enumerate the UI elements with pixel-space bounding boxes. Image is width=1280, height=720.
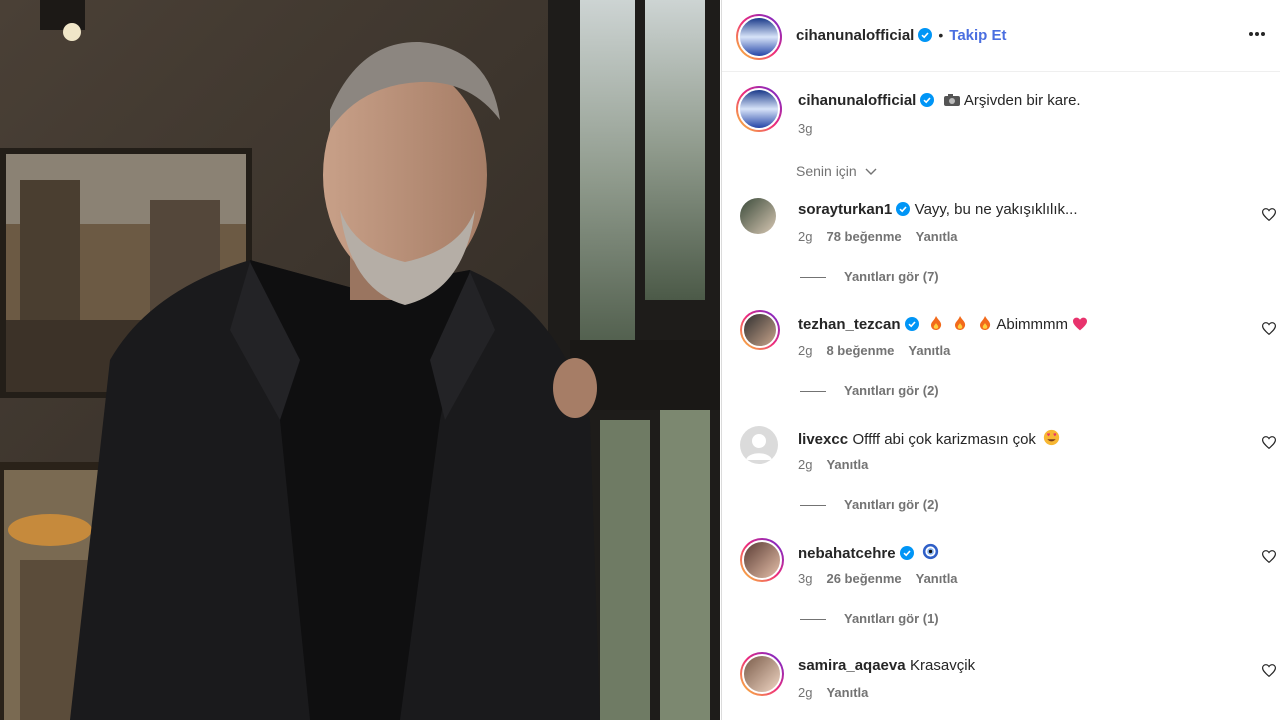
verified-badge-icon: [896, 202, 911, 216]
commenter-avatar[interactable]: [740, 310, 780, 350]
commenter-avatar[interactable]: [740, 652, 784, 696]
post-side-panel: cihanunalofficial • Takip Et cihanunaloffi…: [721, 0, 1280, 720]
reply-button[interactable]: Yanıtla: [826, 685, 868, 700]
comment-likes[interactable]: 8 beğenme: [826, 343, 894, 358]
reply-button[interactable]: Yanıtla: [916, 571, 958, 586]
post-photo-illustration: [0, 0, 720, 720]
comment-time: 2g: [798, 457, 813, 472]
commenter-avatar[interactable]: [740, 426, 778, 464]
comment-meta: 2g Yanıtla: [798, 457, 882, 472]
like-heart-icon[interactable]: [1262, 664, 1276, 677]
comment-line: tezhan_tezcan Abimmmm: [798, 315, 1088, 334]
comment-line: livexcc Offff abi çok karizmasın çok: [798, 429, 1060, 449]
comment-time: 2g: [798, 685, 813, 700]
comment-meta: 2g Yanıtla: [798, 685, 882, 700]
follow-button[interactable]: Takip Et: [949, 27, 1006, 44]
author-avatar[interactable]: [736, 14, 782, 60]
header-author-line: cihanunalofficial • Takip Et: [796, 27, 1007, 45]
comment-likes[interactable]: 26 beğenme: [826, 571, 901, 586]
caption-line: cihanunalofficial Arşivden bir kare.: [798, 92, 1081, 109]
comment-text: Krasavçik: [910, 657, 976, 674]
header-separator: •: [938, 27, 944, 43]
comment-meta: 2g 78 beğenme Yanıtla: [798, 229, 972, 244]
comment-meta: 3g 26 beğenme Yanıtla: [798, 571, 972, 586]
caption-text: Arşivden bir kare.: [963, 92, 1081, 109]
like-heart-icon[interactable]: [1262, 550, 1276, 563]
verified-badge-icon: [904, 317, 919, 331]
fire-emoji-icon: [979, 316, 991, 330]
comment-text: Vayy, bu ne yakışıklılık...: [914, 201, 1078, 218]
comment-item: samira_aqaeva Krasavçik 2g Yanıtla: [740, 652, 1280, 720]
comment-item: sorayturkan1 Vayy, bu ne yakışıklılık...…: [740, 196, 1280, 296]
post-image[interactable]: [0, 0, 720, 720]
post-header: cihanunalofficial • Takip Et: [722, 0, 1280, 72]
comment-item: nebahatcehre 3g 26 beğenme Yanıtla Yanıtla…: [740, 538, 1280, 638]
fire-emoji-icon: [931, 316, 942, 330]
author-username[interactable]: cihanunalofficial: [796, 27, 914, 44]
comment-meta: 2g 8 beğenme Yanıtla: [798, 343, 964, 358]
view-replies-button[interactable]: Yanıtları gör (2): [800, 497, 939, 512]
commenter-avatar[interactable]: [740, 198, 776, 234]
like-heart-icon[interactable]: [1262, 208, 1276, 221]
comment-username[interactable]: nebahatcehre: [798, 545, 896, 562]
reply-button[interactable]: Yanıtla: [916, 229, 958, 244]
nazar-emoji-icon: [922, 543, 939, 560]
default-avatar-icon: [746, 434, 772, 460]
chevron-down-icon: [865, 168, 877, 175]
comment-username[interactable]: sorayturkan1: [798, 201, 892, 218]
comment-item: livexcc Offff abi çok karizmasın çok 2g Y…: [740, 424, 1280, 524]
verified-badge-icon: [918, 28, 933, 42]
verified-badge-icon: [920, 93, 935, 107]
camera-emoji-icon: [943, 94, 960, 106]
comment-text: Offff abi çok karizmasın çok: [852, 431, 1036, 448]
more-options-icon[interactable]: [1247, 24, 1267, 44]
comment-username[interactable]: livexcc: [798, 431, 848, 448]
like-heart-icon[interactable]: [1262, 322, 1276, 335]
comment-line: samira_aqaeva Krasavçik: [798, 657, 975, 675]
comment-time: 2g: [798, 343, 813, 358]
comment-line: sorayturkan1 Vayy, bu ne yakışıklılık...: [798, 201, 1078, 219]
comment-likes[interactable]: 78 beğenme: [826, 229, 901, 244]
comment-text: Abimmmm: [996, 316, 1069, 333]
view-replies-button[interactable]: Yanıtları gör (2): [800, 383, 939, 398]
pink-heart-emoji-icon: [1073, 317, 1088, 331]
reply-button[interactable]: Yanıtla: [908, 343, 950, 358]
view-replies-button[interactable]: Yanıtları gör (7): [800, 269, 939, 284]
comment-time: 2g: [798, 229, 813, 244]
comment-time: 3g: [798, 571, 813, 586]
comment-username[interactable]: samira_aqaeva: [798, 657, 906, 674]
commenter-avatar[interactable]: [740, 538, 784, 582]
comment-item: tezhan_tezcan Abimmmm 2g 8 beğenme Yanıtla…: [740, 310, 1280, 410]
caption-time: 3g: [798, 121, 813, 136]
caption-avatar[interactable]: [736, 86, 782, 132]
sort-label: Senin için: [796, 163, 857, 179]
sort-dropdown[interactable]: Senin için: [796, 163, 877, 179]
verified-badge-icon: [899, 546, 914, 560]
like-heart-icon[interactable]: [1262, 436, 1276, 449]
view-replies-button[interactable]: Yanıtları gör (1): [800, 611, 939, 626]
reply-button[interactable]: Yanıtla: [826, 457, 868, 472]
fire-emoji-icon: [955, 316, 966, 330]
caption-username[interactable]: cihanunalofficial: [798, 92, 916, 109]
heart-eyes-emoji-icon: [1044, 429, 1060, 446]
comment-username[interactable]: tezhan_tezcan: [798, 316, 901, 333]
comment-line: nebahatcehre: [798, 543, 939, 563]
